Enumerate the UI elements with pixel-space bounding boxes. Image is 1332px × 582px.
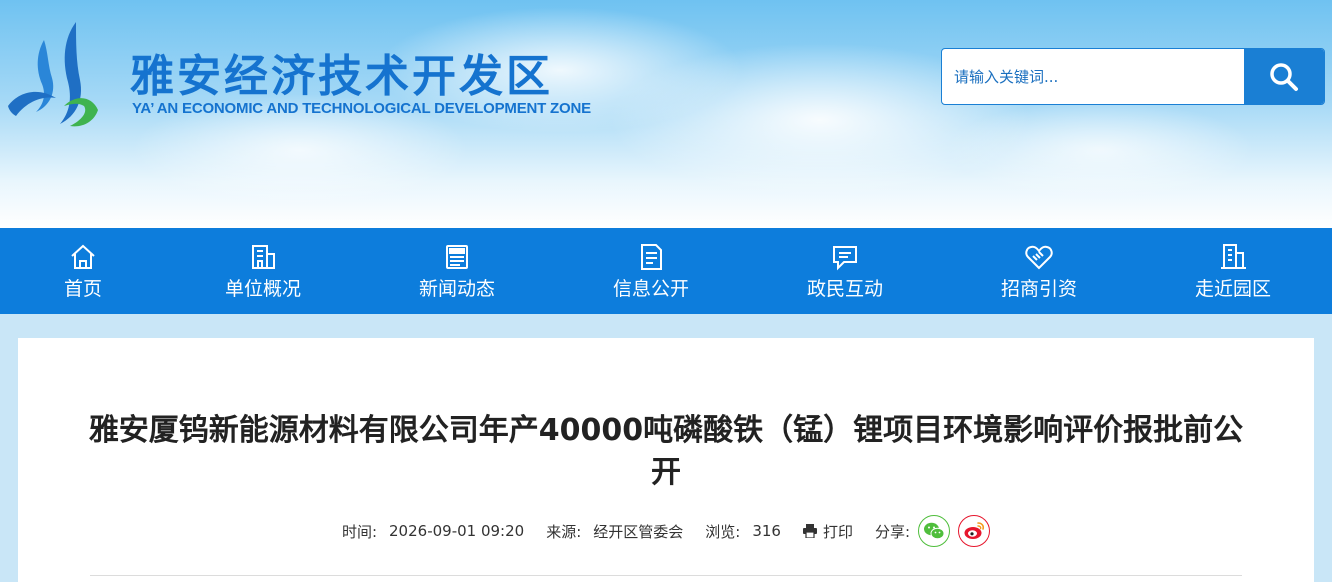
- meta-share: 分享:: [874, 515, 991, 547]
- main-nav: 首页 单位概况 新闻动态 信息公开 政民互动 招商引资 走近园区: [0, 228, 1332, 314]
- nav-item-interaction[interactable]: 政民互动: [748, 228, 942, 314]
- nav-item-overview[interactable]: 单位概况: [166, 228, 360, 314]
- nav-item-news[interactable]: 新闻动态: [360, 228, 554, 314]
- nav-label: 招商引资: [1000, 277, 1077, 300]
- nav-label: 新闻动态: [418, 277, 495, 300]
- site-title: 雅安经济技术开发区: [130, 51, 553, 102]
- nav-item-park[interactable]: 走近园区: [1136, 228, 1330, 314]
- article-title: 雅安厦钨新能源材料有限公司年产40000吨磷酸铁（锰）锂项目环境影响评价报批前公…: [88, 413, 1244, 490]
- divider: [90, 575, 1242, 576]
- meta-views-value: 316: [752, 522, 781, 540]
- nav-item-investment[interactable]: 招商引资: [942, 228, 1136, 314]
- news-icon: [446, 244, 468, 269]
- meta-source-value: 经开区管委会: [593, 522, 684, 541]
- article-panel: 雅安厦钨新能源材料有限公司年产40000吨磷酸铁（锰）锂项目环境影响评价报批前公…: [18, 338, 1314, 582]
- print-button[interactable]: 打印: [802, 521, 853, 542]
- meta-time-label: 时间:: [341, 522, 378, 541]
- share-wechat-button[interactable]: [918, 515, 951, 547]
- city-icon: [1221, 243, 1246, 269]
- search-input[interactable]: [942, 49, 1244, 104]
- nav-label: 单位概况: [224, 277, 301, 300]
- article-meta: 时间: 2026-09-01 09:20 来源: 经开区管委会 浏览: 316 …: [18, 514, 1314, 548]
- chat-icon: [833, 245, 857, 270]
- nav-label: 走近园区: [1194, 277, 1271, 300]
- site-subtitle: YA’ AN ECONOMIC AND TECHNOLOGICAL DEVELO…: [132, 100, 591, 117]
- nav-item-info-disclosure[interactable]: 信息公开: [554, 228, 748, 314]
- nav-label: 首页: [63, 277, 102, 300]
- meta-time-value: 2026-09-01 09:20: [389, 522, 525, 540]
- nav-item-home[interactable]: 首页: [0, 228, 166, 314]
- meta-source-label: 来源:: [546, 522, 582, 541]
- building-icon: [252, 244, 275, 269]
- nav-label: 政民互动: [806, 277, 883, 300]
- share-label: 分享:: [874, 522, 911, 541]
- search-box: [941, 48, 1325, 105]
- nav-label: 信息公开: [612, 277, 689, 300]
- search-icon: [1270, 62, 1298, 91]
- logo-icon: [8, 22, 98, 127]
- search-button[interactable]: [1244, 49, 1324, 104]
- share-weibo-button[interactable]: [958, 515, 991, 547]
- meta-time: 时间: 2026-09-01 09:20: [342, 521, 524, 542]
- handshake-icon: [1025, 245, 1053, 269]
- print-label: 打印: [822, 522, 853, 541]
- meta-views: 浏览: 316: [705, 521, 781, 542]
- site-header: 雅安经济技术开发区 YA’ AN ECONOMIC AND TECHNOLOGI…: [0, 0, 1332, 228]
- printer-icon: [802, 524, 817, 538]
- meta-views-label: 浏览:: [705, 522, 741, 541]
- wechat-icon: [924, 522, 945, 540]
- meta-source: 来源: 经开区管委会: [546, 521, 683, 542]
- document-icon: [641, 243, 662, 270]
- weibo-icon: [964, 522, 985, 539]
- home-icon: [71, 244, 95, 269]
